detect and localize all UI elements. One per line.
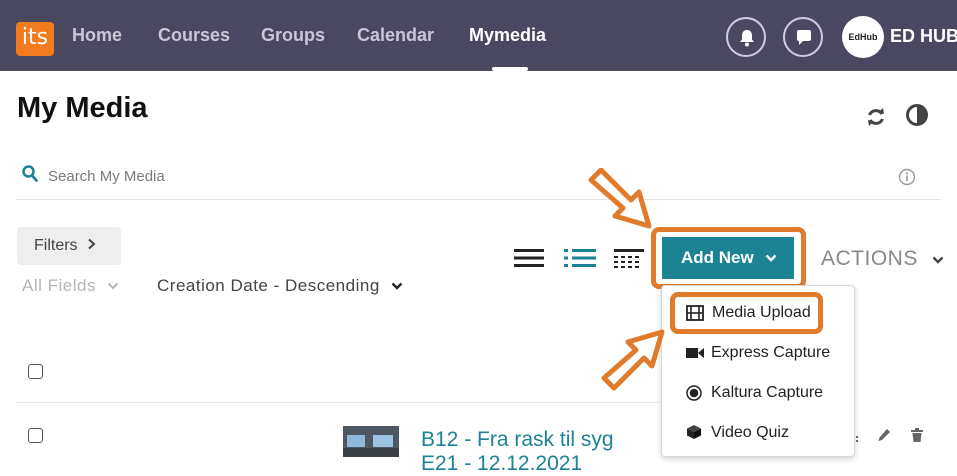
search-input[interactable] [46,161,650,191]
row-checkbox[interactable] [28,428,43,443]
page-title: My Media [17,92,148,124]
annotation-arrow-up-right [601,329,665,391]
menu-item-kaltura-capture[interactable]: Kaltura Capture [711,384,823,402]
nav-groups[interactable]: Groups [261,25,325,46]
video-camera-icon [686,348,704,358]
top-nav-bar: its Home Courses Groups Calendar Mymedia… [0,0,957,71]
filters-button-label: Filters [34,237,78,254]
pencil-icon[interactable] [877,427,891,443]
actions-label: ACTIONS [821,247,918,270]
list-header-divider [16,402,661,403]
chevron-right-icon [88,238,96,250]
more-options-icon[interactable] [853,427,861,443]
cube-icon [687,425,701,439]
refresh-icon[interactable] [865,106,887,128]
media-thumbnail[interactable] [343,426,399,457]
user-name[interactable]: ED HUB [890,26,957,47]
chevron-down-icon [766,254,777,262]
messages-button[interactable] [783,17,823,57]
record-icon [686,385,702,401]
search-icon [22,165,38,182]
its-logo[interactable]: its [16,22,54,56]
thumbnail-image [343,426,399,457]
nav-home[interactable]: Home [72,25,122,46]
chat-bubble-icon [797,30,811,45]
nav-courses[interactable]: Courses [158,25,230,46]
actions-menu[interactable]: ACTIONS [821,247,944,271]
bell-icon [740,30,754,47]
menu-item-express-capture[interactable]: Express Capture [711,344,830,362]
sort-order-label: Creation Date - Descending [157,276,380,295]
nav-mymedia[interactable]: Mymedia [469,25,546,46]
field-filter-select[interactable]: All Fields [22,276,119,296]
film-icon [686,305,704,321]
chevron-down-icon [391,282,403,290]
add-new-button[interactable]: Add New [662,237,794,279]
detailed-view-icon[interactable] [564,247,596,269]
chevron-down-icon [932,256,944,264]
nav-active-indicator [492,67,528,71]
menu-item-video-quiz[interactable]: Video Quiz [711,424,789,442]
filters-button[interactable]: Filters [17,227,121,265]
avatar[interactable]: EdHub [842,16,884,58]
menu-item-media-upload[interactable]: Media Upload [712,304,811,322]
select-all-checkbox[interactable] [28,364,43,379]
list-view-icon[interactable] [514,247,544,269]
add-new-label: Add New [681,248,754,267]
nav-calendar[interactable]: Calendar [357,25,434,46]
media-subtitle[interactable]: E21 - 12.12.2021 [421,452,582,476]
contrast-toggle-icon[interactable] [905,103,929,127]
search-divider [16,199,941,200]
info-icon[interactable] [898,168,916,186]
sort-order-select[interactable]: Creation Date - Descending [157,276,403,296]
notifications-button[interactable] [726,17,766,57]
table-view-icon[interactable] [614,247,644,269]
field-filter-label: All Fields [22,276,96,295]
media-title[interactable]: B12 - Fra rask til syg [421,428,614,452]
trash-icon[interactable] [910,427,924,443]
annotation-arrow-down-right [588,168,652,229]
chevron-down-icon [107,282,119,290]
